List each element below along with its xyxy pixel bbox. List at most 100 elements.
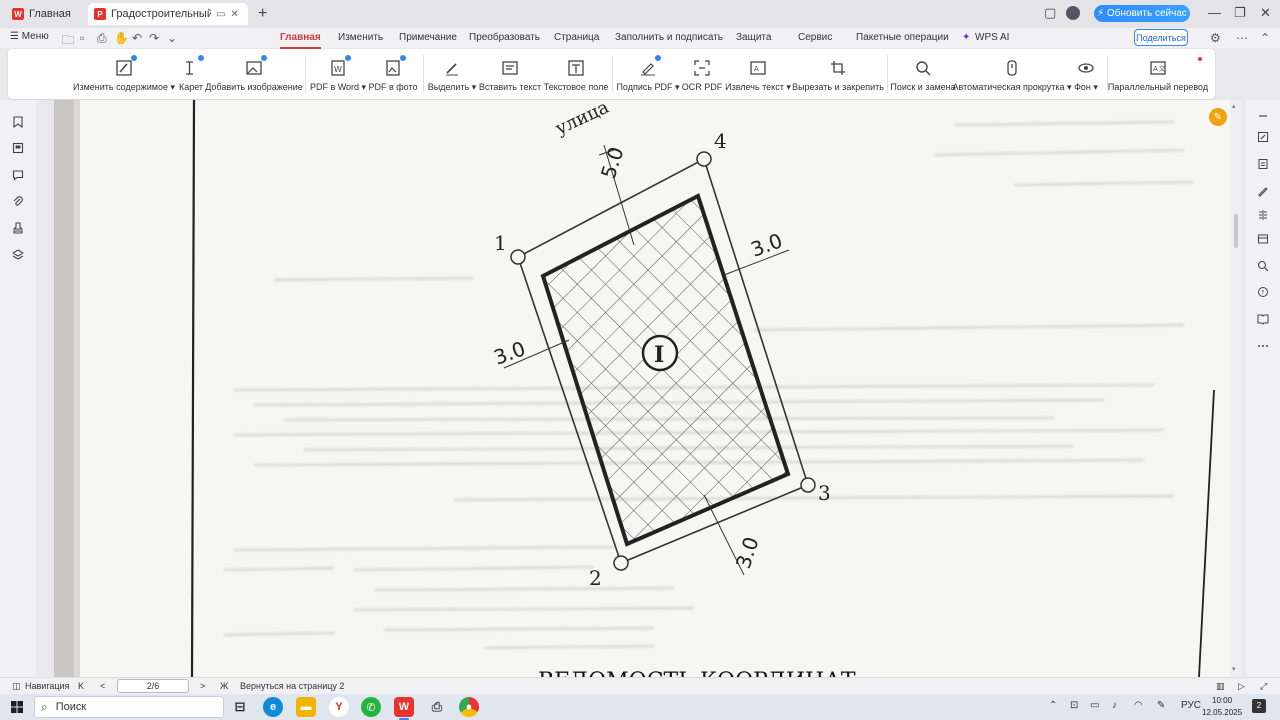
printer-app-icon[interactable]: ⎙ bbox=[427, 697, 447, 717]
text-box-button[interactable]: Текстовое поле bbox=[544, 51, 608, 97]
share-button[interactable]: Поделиться bbox=[1134, 29, 1188, 46]
ocr-button[interactable]: OCR PDF bbox=[682, 51, 722, 97]
stamp-icon[interactable] bbox=[12, 222, 24, 234]
print-icon[interactable]: ⎙ bbox=[97, 31, 107, 46]
taskbar-search[interactable]: ⌕ Поиск bbox=[34, 696, 224, 718]
play-icon[interactable]: ▷ bbox=[1238, 681, 1245, 692]
task-view-icon[interactable]: ⊟ bbox=[230, 697, 250, 717]
layers-icon[interactable] bbox=[12, 249, 24, 261]
volume-icon[interactable]: ♪ bbox=[1112, 700, 1117, 711]
windows-start-icon[interactable] bbox=[11, 701, 23, 713]
cursor-button[interactable]: Карет bbox=[174, 51, 208, 97]
tab-document[interactable]: P Градостроительный план.p ▭ ✕ bbox=[88, 3, 248, 25]
thumbnails-icon[interactable] bbox=[12, 142, 24, 154]
monitor-icon[interactable]: ▭ bbox=[216, 9, 225, 20]
add-image-button[interactable]: Добавить изображение bbox=[205, 51, 303, 97]
close-tab-icon[interactable]: ✕ bbox=[230, 9, 238, 20]
collapse-ribbon-icon[interactable]: ⌃ bbox=[1260, 31, 1270, 45]
last-page-button[interactable]: Ж bbox=[220, 681, 228, 691]
minimize-button[interactable]: — bbox=[1208, 5, 1221, 20]
pdf-to-image-button[interactable]: PDF в фото bbox=[368, 51, 418, 97]
wps-office-icon[interactable]: W bbox=[394, 697, 414, 720]
save-icon[interactable]: ▫ bbox=[80, 31, 84, 45]
more-options-icon[interactable] bbox=[1257, 340, 1269, 352]
navigation-icon[interactable]: ◫ bbox=[12, 681, 21, 692]
extract-text-button[interactable]: A Извлечь текст ▾ bbox=[725, 51, 791, 97]
main-menu-button[interactable]: ☰ Меню bbox=[10, 31, 49, 42]
page-number-input[interactable]: 2/6 bbox=[117, 679, 189, 693]
tab-home[interactable]: W Главная bbox=[6, 3, 84, 25]
yandex-browser-icon[interactable]: Y bbox=[329, 697, 349, 717]
tab-main[interactable]: Главная bbox=[280, 32, 321, 49]
attachment-icon[interactable] bbox=[12, 196, 24, 208]
tab-wps-ai[interactable]: WPS AI bbox=[975, 32, 1009, 43]
vertical-scrollbar[interactable]: ▴ ▾ bbox=[1230, 100, 1242, 677]
edit-panel-icon[interactable] bbox=[1257, 131, 1269, 143]
comments-icon[interactable] bbox=[12, 169, 24, 181]
new-tab-button[interactable]: + bbox=[258, 5, 267, 23]
navigation-toggle[interactable]: Навигация bbox=[25, 681, 69, 691]
pdf-to-word-button[interactable]: W PDF в Word ▾ bbox=[310, 51, 366, 97]
pen-tray-icon[interactable]: ✎ bbox=[1157, 700, 1165, 711]
compare-panel-icon[interactable] bbox=[1257, 209, 1269, 221]
whatsapp-icon[interactable]: ✆ bbox=[361, 697, 381, 717]
scroll-down-icon[interactable]: ▾ bbox=[1232, 665, 1236, 673]
reading-mode-icon[interactable]: ▥ bbox=[1216, 681, 1225, 692]
network-icon[interactable]: ◠ bbox=[1134, 700, 1143, 711]
pen-edit-icon[interactable]: ✎ bbox=[1209, 108, 1227, 126]
return-to-page-link[interactable]: Вернуться на страницу 2 bbox=[240, 681, 344, 691]
tab-protect[interactable]: Защита bbox=[736, 32, 771, 43]
prev-page-button[interactable]: < bbox=[100, 681, 105, 691]
hand-tool-icon[interactable]: ✋ bbox=[114, 31, 129, 45]
avatar[interactable] bbox=[1066, 6, 1080, 20]
scrollbar-thumb[interactable] bbox=[1234, 214, 1238, 248]
tab-service[interactable]: Сервис bbox=[798, 32, 832, 43]
edge-browser-icon[interactable]: e bbox=[263, 697, 283, 717]
window-layout-icon[interactable]: ▢ bbox=[1044, 5, 1056, 21]
parallel-translate-button[interactable]: A文 Параллельный перевод bbox=[1108, 51, 1208, 97]
upgrade-button[interactable]: ⚡ Обновить сейчас bbox=[1094, 5, 1190, 22]
system-clock[interactable]: 10:00 12.05.2025 bbox=[1202, 695, 1242, 719]
tab-page[interactable]: Страница bbox=[554, 32, 599, 43]
first-page-button[interactable]: K bbox=[78, 681, 84, 691]
tab-annotation[interactable]: Примечание bbox=[399, 32, 457, 43]
highlight-button[interactable]: Выделить ▾ bbox=[428, 51, 476, 97]
scroll-up-icon[interactable]: ▴ bbox=[1232, 102, 1236, 110]
close-window-button[interactable]: ✕ bbox=[1260, 5, 1271, 21]
restore-button[interactable]: ❐ bbox=[1234, 5, 1246, 21]
notification-badge[interactable]: 2 bbox=[1252, 699, 1266, 713]
tab-edit[interactable]: Изменить bbox=[338, 32, 383, 43]
auto-scroll-button[interactable]: Автоматическая прокрутка ▾ bbox=[953, 51, 1072, 97]
tray-chevron-icon[interactable]: ⌃ bbox=[1049, 700, 1057, 711]
tray-app-icon[interactable]: ⊡ bbox=[1070, 700, 1078, 711]
next-page-button[interactable]: > bbox=[200, 681, 205, 691]
file-explorer-icon[interactable]: ▬ bbox=[296, 697, 316, 717]
read-mode-icon[interactable] bbox=[1257, 313, 1269, 325]
search-replace-button[interactable]: Поиск и замена bbox=[890, 51, 956, 97]
insert-text-button[interactable]: Вставить текст bbox=[479, 51, 541, 97]
tab-batch[interactable]: Пакетные операции bbox=[856, 32, 949, 43]
chrome-browser-icon[interactable]: ● bbox=[459, 697, 479, 717]
language-indicator[interactable]: РУС bbox=[1181, 700, 1201, 711]
convert-panel-icon[interactable] bbox=[1257, 158, 1269, 170]
zoom-search-icon[interactable] bbox=[1257, 260, 1269, 272]
tab-convert[interactable]: Преобразовать bbox=[469, 32, 540, 43]
undo-icon[interactable]: ↶ bbox=[132, 31, 142, 45]
crop-pin-button[interactable]: Вырезать и закрепить bbox=[792, 51, 884, 97]
edit-content-button[interactable]: Изменить содержимое ▾ bbox=[73, 51, 175, 97]
background-button[interactable]: Фон ▾ bbox=[1070, 51, 1102, 97]
tab-fill-sign[interactable]: Заполнить и подписать bbox=[615, 32, 723, 43]
collapse-icon[interactable] bbox=[1257, 110, 1269, 122]
sign-panel-icon[interactable] bbox=[1257, 185, 1269, 197]
bookmark-icon[interactable] bbox=[12, 116, 24, 128]
battery-icon[interactable]: ▭ bbox=[1090, 700, 1099, 711]
settings-icon[interactable]: ⚙ bbox=[1210, 31, 1221, 45]
fullscreen-icon[interactable]: ⤢ bbox=[1260, 681, 1267, 692]
image-panel-icon[interactable] bbox=[1257, 233, 1269, 245]
chevron-down-icon[interactable]: ⌄ bbox=[167, 31, 177, 45]
redo-icon[interactable]: ↷ bbox=[149, 31, 159, 45]
help-icon[interactable]: ? bbox=[1257, 286, 1269, 298]
document-view[interactable]: улица 1 4 3 2 5.0 3.0 3.0 3.0 I ВЕДОМОСТ… bbox=[36, 100, 1230, 677]
pdf-signature-button[interactable]: Подпись PDF ▾ bbox=[616, 51, 680, 97]
more-icon[interactable]: ⋯ bbox=[1236, 31, 1248, 45]
